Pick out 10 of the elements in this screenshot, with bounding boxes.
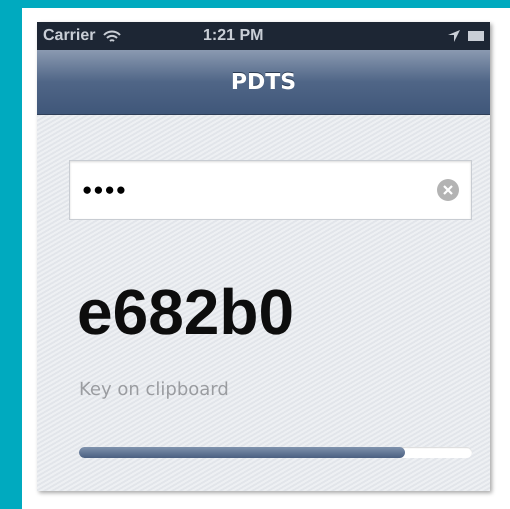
battery-icon: [468, 30, 484, 42]
passcode-field[interactable]: ●●●●: [69, 160, 472, 220]
nav-title: PDTS: [230, 68, 296, 96]
carrier-name: Carrier: [43, 26, 96, 46]
key-value: e682b0: [76, 280, 296, 344]
clear-icon[interactable]: [437, 179, 459, 201]
key-caption: Key on clipboard: [78, 378, 230, 402]
status-time: 1:21 PM: [202, 26, 264, 46]
location-arrow-icon: [448, 30, 460, 42]
wifi-icon: [103, 30, 122, 42]
